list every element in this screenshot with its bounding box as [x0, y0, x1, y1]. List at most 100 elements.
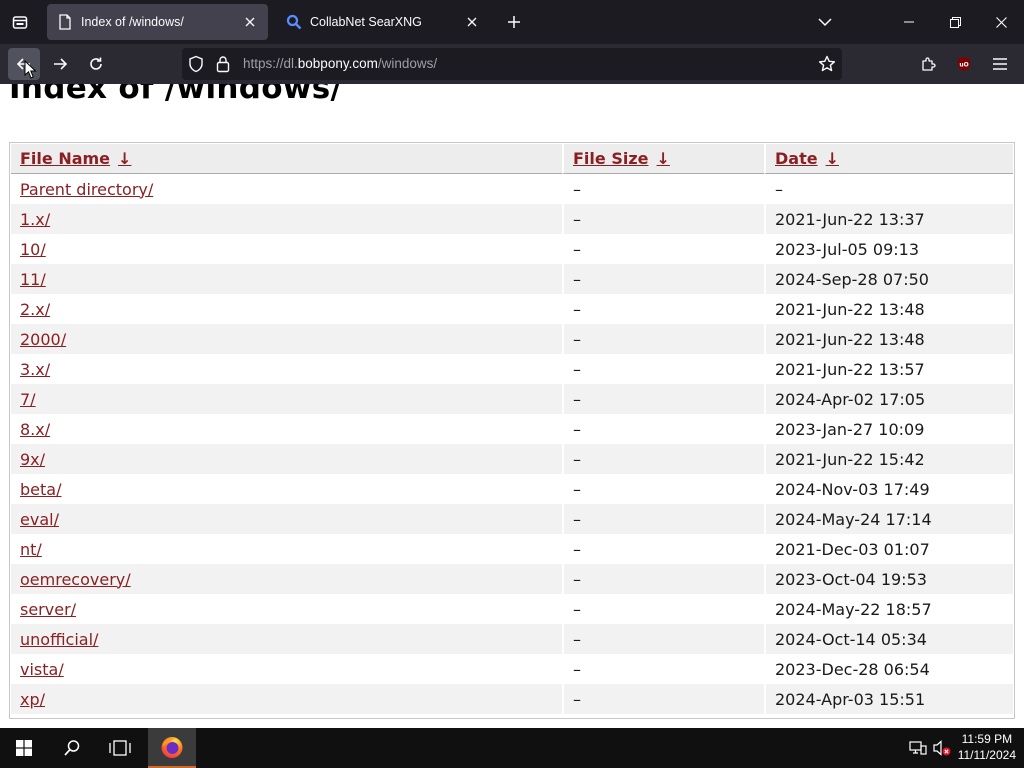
close-window-button[interactable] [978, 0, 1024, 44]
directory-link[interactable]: 10/ [20, 240, 46, 259]
firefox-icon [161, 737, 183, 758]
restore-button[interactable] [932, 0, 978, 44]
directory-link[interactable]: 9x/ [20, 450, 45, 469]
start-button[interactable] [0, 728, 48, 768]
directory-link[interactable]: 8.x/ [20, 420, 50, 439]
date-cell: 2023-Oct-04 19:53 [764, 564, 1013, 594]
directory-link[interactable]: Parent directory/ [20, 180, 153, 199]
page-content: Index of /windows/ File Name ↓ File Size ↓… [0, 84, 1024, 728]
directory-link[interactable]: 2.x/ [20, 300, 50, 319]
file-size-cell: – [562, 264, 764, 294]
hamburger-menu-icon [993, 58, 1007, 70]
tab-index-of-windows[interactable]: Index of /windows/ [47, 4, 268, 40]
date-cell: 2021-Jun-22 13:48 [764, 324, 1013, 354]
directory-link[interactable]: 11/ [20, 270, 46, 289]
network-icon[interactable] [908, 738, 928, 762]
menu-button[interactable] [988, 52, 1012, 76]
new-tab-button[interactable] [502, 10, 526, 34]
file-size-cell: – [562, 414, 764, 444]
column-label: Date [775, 149, 818, 168]
minimize-button[interactable] [886, 0, 932, 44]
date-cell: 2024-Apr-02 17:05 [764, 384, 1013, 414]
column-label: File Name [20, 149, 111, 168]
date-cell: 2024-May-24 17:14 [764, 504, 1013, 534]
directory-link[interactable]: nt/ [20, 540, 42, 559]
taskbar-firefox-button[interactable] [148, 728, 196, 768]
bookmark-star-icon[interactable] [818, 55, 836, 77]
windows-logo-icon [16, 740, 32, 756]
directory-link[interactable]: xp/ [20, 690, 45, 709]
close-tab-icon[interactable] [460, 10, 484, 34]
task-view-button[interactable] [96, 728, 144, 768]
plus-icon [508, 16, 520, 28]
file-size-cell: – [562, 534, 764, 564]
navigation-toolbar: https://dl.bobpony.com/windows/ uO [0, 44, 1024, 84]
list-all-tabs-button[interactable] [813, 10, 837, 34]
directory-link[interactable]: 2000/ [20, 330, 66, 349]
directory-link[interactable]: server/ [20, 600, 76, 619]
directory-link[interactable]: 1.x/ [20, 210, 50, 229]
date-cell: – [764, 174, 1013, 204]
restore-icon [949, 16, 961, 28]
date-cell: 2024-Apr-03 15:51 [764, 684, 1013, 714]
reload-button[interactable] [80, 48, 112, 80]
directory-link[interactable]: 3.x/ [20, 360, 50, 379]
windows-taskbar: 11:59 PM 11/11/2024 [0, 728, 1024, 768]
directory-link[interactable]: eval/ [20, 510, 59, 529]
file-size-cell: – [562, 234, 764, 264]
directory-link[interactable]: unofficial/ [20, 630, 98, 649]
lock-icon[interactable] [216, 55, 230, 77]
date-cell: 2024-Oct-14 05:34 [764, 624, 1013, 654]
date-cell: 2021-Jun-22 13:48 [764, 294, 1013, 324]
ublock-shield-icon: uO [958, 57, 970, 71]
file-size-cell: – [562, 354, 764, 384]
table-row: 7/ –2024-Apr-02 17:05 [11, 384, 1013, 414]
date-cell: 2023-Dec-28 06:54 [764, 654, 1013, 684]
file-size-cell: – [562, 324, 764, 354]
table-row: oemrecovery/ –2023-Oct-04 19:53 [11, 564, 1013, 594]
url-path: /windows/ [377, 56, 438, 71]
ublock-origin-button[interactable]: uO [952, 52, 976, 76]
directory-link[interactable]: vista/ [20, 660, 64, 679]
directory-link[interactable]: 7/ [20, 390, 36, 409]
table-row: nt/ –2021-Dec-03 01:07 [11, 534, 1013, 564]
file-size-cell: – [562, 564, 764, 594]
reload-icon [90, 57, 102, 70]
volume-muted-icon[interactable] [932, 738, 952, 762]
sort-by-file-size-link[interactable]: File Size ↓ [573, 149, 670, 168]
tracking-protection-shield-icon[interactable] [188, 55, 204, 77]
table-row: vista/ –2023-Dec-28 06:54 [11, 654, 1013, 684]
sort-by-date-link[interactable]: Date ↓ [775, 149, 839, 168]
sort-arrow-icon: ↓ [118, 149, 132, 168]
search-button[interactable] [48, 728, 96, 768]
tab-collabnet-searxng[interactable]: CollabNet SearXNG [276, 4, 490, 40]
file-size-cell: – [562, 504, 764, 534]
column-label: File Size [573, 149, 649, 168]
system-clock[interactable]: 11:59 PM 11/11/2024 [958, 731, 1016, 763]
table-row: server/ –2024-May-22 18:57 [11, 594, 1013, 624]
file-table: File Name ↓ File Size ↓ Date ↓ Parent direc… [11, 144, 1013, 714]
sort-by-file-name-link[interactable]: File Name ↓ [20, 149, 131, 168]
search-icon [64, 740, 80, 756]
forward-button[interactable] [44, 48, 76, 80]
directory-link[interactable]: oemrecovery/ [20, 570, 131, 589]
directory-link[interactable]: beta/ [20, 480, 61, 499]
table-row: 2.x/ –2021-Jun-22 13:48 [11, 294, 1013, 324]
file-size-cell: – [562, 174, 764, 204]
url-text: https://dl.bobpony.com/windows/ [243, 56, 437, 71]
column-header-date: Date ↓ [764, 144, 1013, 174]
table-row: Parent directory/ – – [11, 174, 1013, 204]
extensions-button[interactable] [916, 52, 940, 76]
table-row: 10/ –2023-Jul-05 09:13 [11, 234, 1013, 264]
close-tab-icon[interactable] [238, 10, 262, 34]
url-host: bobpony.com [297, 56, 378, 71]
firefox-view-button[interactable] [8, 9, 32, 35]
file-size-cell: – [562, 294, 764, 324]
close-icon [995, 16, 1007, 28]
address-bar[interactable]: https://dl.bobpony.com/windows/ [182, 48, 842, 80]
file-size-cell: – [562, 384, 764, 414]
tab-title: Index of /windows/ [81, 15, 184, 29]
table-row: 8.x/ –2023-Jan-27 10:09 [11, 414, 1013, 444]
page-title: Index of /windows/ [9, 84, 343, 106]
table-row: eval/ –2024-May-24 17:14 [11, 504, 1013, 534]
